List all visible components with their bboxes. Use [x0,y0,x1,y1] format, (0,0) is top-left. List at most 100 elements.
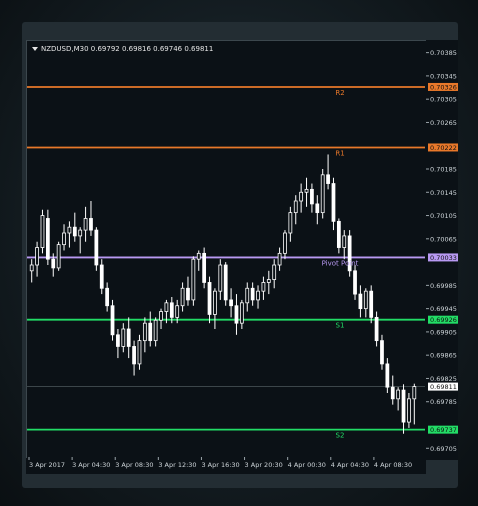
candle-body [353,270,357,295]
candle-body [374,316,379,342]
candle-body [196,252,201,260]
candle-body [110,305,115,336]
candle-body [56,244,61,269]
time-tick-label: 3 Apr 08:30 [115,461,153,469]
candle-body [207,282,212,315]
time-tick-label: 3 Apr 20:30 [245,461,283,469]
candle-body [51,258,56,269]
time-tick-label: 3 Apr 12:30 [158,461,196,469]
candle-body [40,215,45,248]
candle-body [390,386,395,400]
candle-body [148,322,153,342]
price-tick-label: 0.70145 [430,189,457,197]
candle-body [299,191,304,202]
candle-body [326,174,330,184]
candlestick-chart: 0.70385 0.70345 0.70305 0.70265 0.70185 0.701… [27,49,458,469]
candle-body [310,188,314,205]
candle-body [116,334,120,347]
level-price-label: 0.70222 [430,144,457,152]
level-name-label: Pivot Point [322,259,359,267]
candle-body [202,252,207,283]
candle-body [385,363,390,388]
price-tick-label: 0.69945 [430,305,457,313]
candle-body [132,346,136,365]
candle-body [336,220,341,248]
candle-body [45,218,50,260]
price-tick-label: 0.69705 [430,445,457,453]
price-tick-label: 0.69825 [430,375,457,383]
candle-body [89,218,93,231]
candle-body [401,389,406,423]
candle-body [213,290,217,315]
candle-body [99,264,104,289]
candle-body [62,232,66,246]
price-tick-label: 0.69865 [430,352,457,360]
level-price-label: 0.69737 [430,426,457,434]
candle-body [218,264,223,292]
candle-body [159,311,163,321]
candle-body [407,398,411,423]
price-tick-label: 0.69985 [430,282,457,290]
candle-body [229,299,233,307]
candle-body [175,305,180,318]
candle-body [78,229,83,237]
candle-body [180,287,185,307]
candle-body [315,203,320,214]
candle-body [277,252,282,266]
price-tick-label: 0.70105 [430,212,457,220]
candle-body [186,287,190,301]
time-tick-label: 4 Apr 00:30 [288,461,326,469]
level-price-label: 0.69926 [430,316,457,324]
candle-body [35,247,39,266]
candle-body [105,287,110,307]
price-tick-label: 0.69905 [430,328,457,336]
time-tick-label: 4 Apr 08:30 [374,461,412,469]
candle-body [380,340,384,365]
candle-body [126,328,131,347]
level-name-label: S2 [336,432,345,440]
candle-body [396,389,401,400]
candle-body [261,282,266,292]
level-name-label: R1 [335,149,344,157]
candle-body [164,302,169,312]
candle-body [234,305,239,324]
price-tick-label: 0.70345 [430,72,457,80]
candle-body [142,322,147,342]
candle-body [256,290,260,301]
candle-body [137,340,142,365]
price-tick-label: 0.70305 [430,96,457,104]
time-tick-label: 3 Apr 04:30 [72,461,110,469]
level-price-label: 0.70033 [430,254,457,262]
candle-body [369,290,374,318]
candle-body [223,264,228,301]
candle-body [250,287,255,301]
candle-body [239,302,244,324]
level-name-label: S1 [336,322,345,330]
candle-body [331,183,336,222]
level-name-label: R2 [335,89,344,97]
candle-body [342,235,347,248]
candle-body [121,328,126,347]
price-tick-label: 0.69785 [430,398,457,406]
candle-body [412,386,417,400]
price-tick-label: 0.70065 [430,235,457,243]
time-tick-label: 3 Apr 2017 [29,461,65,469]
level-price-label: 0.70326 [430,83,457,91]
price-tick-label: 0.70385 [430,49,457,57]
candle-body [272,264,277,280]
candle-body [293,200,298,214]
candle-body [67,226,72,234]
candle-body [94,229,99,266]
candle-body [153,319,158,342]
candle-body [266,279,271,283]
candle-body [83,218,88,231]
time-tick-label: 3 Apr 16:30 [201,461,239,469]
candle-body [169,302,174,318]
candle-body [320,174,325,214]
time-tick-label: 4 Apr 04:30 [331,461,369,469]
candle-body [245,287,250,304]
current-price-label: 0.69811 [430,383,457,391]
candle-body [191,258,196,301]
candle-body [29,264,34,272]
price-tick-label: 0.70185 [430,166,457,174]
